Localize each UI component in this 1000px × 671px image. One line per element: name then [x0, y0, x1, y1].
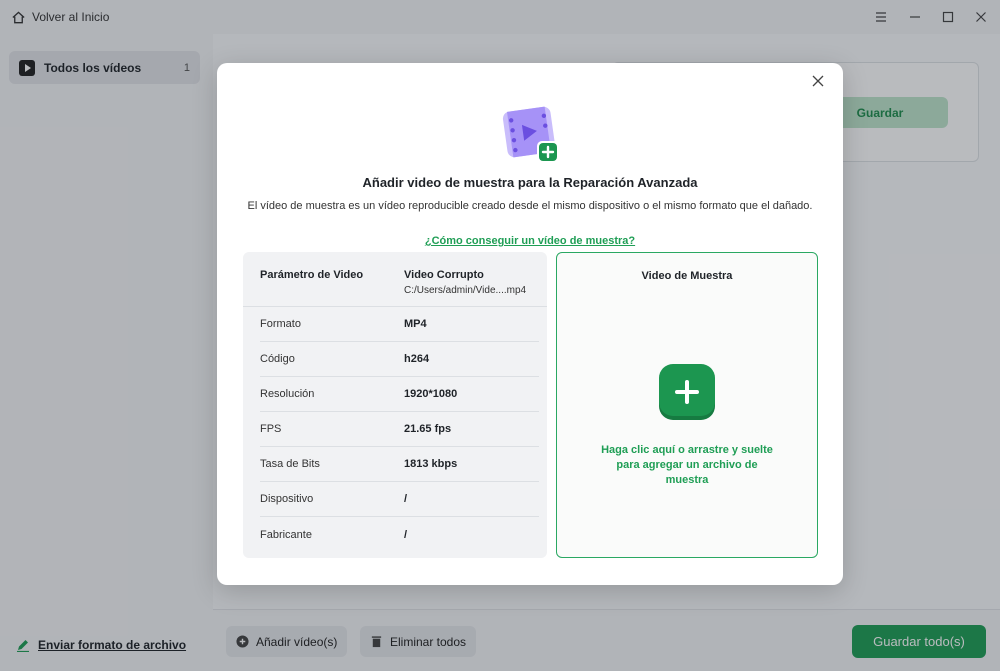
how-to-get-sample-link[interactable]: ¿Cómo conseguir un vídeo de muestra? [217, 235, 843, 247]
dropzone-hint: Haga clic aquí o arrastre y suelte para … [601, 444, 773, 486]
param-row-bitrate: Tasa de Bits 1813 kbps [260, 447, 539, 482]
parameters-header: Parámetro de Video Video Corrupto C:/Use… [243, 252, 547, 307]
close-icon [812, 75, 824, 87]
param-row-device: Dispositivo / [260, 482, 539, 517]
param-value: MP4 [404, 318, 427, 330]
param-value: 21.65 fps [404, 423, 452, 435]
param-row-codec: Código h264 [260, 342, 539, 377]
param-key: FPS [260, 423, 282, 435]
dialog-title: Añadir video de muestra para la Reparaci… [362, 175, 698, 190]
param-key: Formato [260, 318, 301, 330]
param-row-resolution: Resolución 1920*1080 [260, 377, 539, 412]
param-value: 1813 kbps [404, 458, 458, 470]
add-sample-dialog: Añadir video de muestra para la Reparaci… [217, 63, 843, 585]
corrupt-video-column-header: Video Corrupto [404, 269, 484, 281]
param-key: Tasa de Bits [260, 458, 320, 470]
param-key: Resolución [260, 388, 315, 400]
add-video-hero-icon [502, 106, 559, 163]
param-value: / [404, 528, 408, 541]
param-key: Fabricante [260, 528, 312, 541]
param-row-fps: FPS 21.65 fps [260, 412, 539, 447]
param-value: / [404, 493, 408, 505]
sample-video-title: Video de Muestra [641, 270, 733, 282]
param-key: Dispositivo [260, 493, 314, 505]
add-sample-button[interactable] [659, 364, 715, 420]
param-column-header: Parámetro de Video [260, 269, 364, 281]
dialog-description: El vídeo de muestra es un vídeo reproduc… [247, 200, 813, 212]
param-value: 1920*1080 [404, 388, 458, 400]
plus-icon [675, 380, 699, 404]
video-parameters-table: Parámetro de Video Video Corrupto C:/Use… [243, 252, 547, 558]
param-row-format: Formato MP4 [260, 307, 539, 342]
corrupt-video-path: C:/Users/admin/Vide....mp4 [404, 285, 527, 296]
sample-video-dropzone[interactable]: Video de Muestra Haga clic aquí o arrast… [556, 252, 818, 558]
param-key: Código [260, 353, 295, 365]
param-value: h264 [404, 353, 430, 365]
dialog-close-button[interactable] [809, 72, 827, 90]
param-row-manufacturer: Fabricante / [260, 517, 539, 552]
